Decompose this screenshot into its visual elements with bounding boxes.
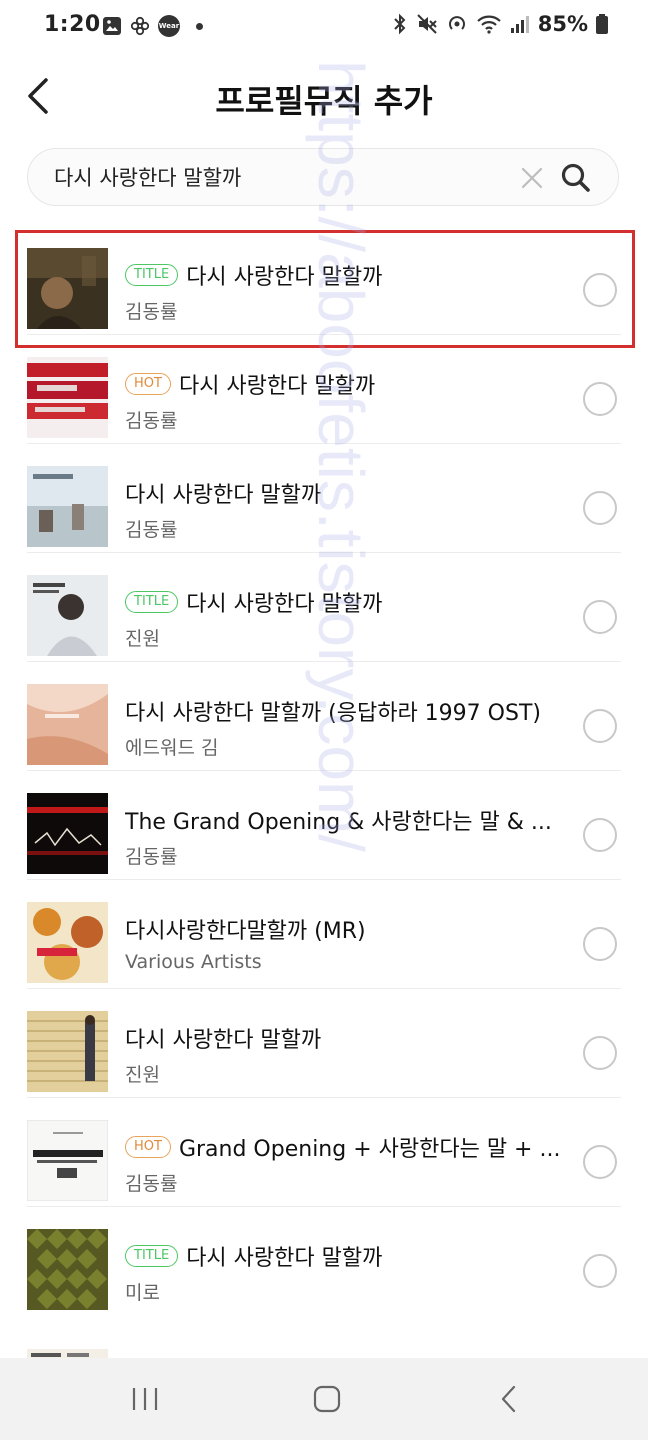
- song-row[interactable]: TITLE 다시 사랑한다 말할까 진원: [27, 553, 621, 662]
- song-row[interactable]: 다시 사랑한다 말할까 (응답하라 1997 OST) 에드워드 김: [27, 662, 621, 771]
- song-row[interactable]: 다시 사랑한다 말할까 김동률: [27, 444, 621, 553]
- song-row[interactable]: TITLE 다시 사랑한다 말할까 미로: [27, 1207, 621, 1316]
- song-title-line: 다시 사랑한다 말할까: [125, 477, 565, 509]
- song-title-line: 다시 사랑한다 말할까 (응답하라 1997 OST): [125, 695, 565, 727]
- album-art-image: [27, 248, 108, 329]
- song-row[interactable]: 다시사랑한다말할까 (MR) Various Artists: [27, 880, 621, 989]
- song-artist: 진원: [125, 1064, 160, 1086]
- header: 프로필뮤직 추가: [0, 60, 648, 140]
- battery-icon: [596, 14, 608, 34]
- song-artist: 진원: [125, 628, 160, 650]
- album-art-image: [27, 793, 108, 874]
- album-art-image: [27, 575, 108, 656]
- song-row[interactable]: 다시 사랑한다 말할까 진원: [27, 989, 621, 1098]
- recent-apps-icon: [132, 1388, 158, 1410]
- back-icon: [501, 1385, 516, 1413]
- page-title: 프로필뮤직 추가: [215, 82, 433, 120]
- select-radio[interactable]: [583, 491, 617, 525]
- song-artist: Various Artists: [125, 951, 262, 973]
- select-radio[interactable]: [583, 1254, 617, 1288]
- search-bar: [27, 148, 619, 206]
- song-title: 다시사랑한다말할까 (MR): [125, 919, 366, 944]
- song-title: 다시 사랑한다 말할까: [186, 265, 383, 290]
- notification-dot-icon: [196, 22, 203, 30]
- song-title-line: TITLE 다시 사랑한다 말할까: [125, 586, 565, 618]
- song-title-line: HOT 다시 사랑한다 말할까: [125, 368, 565, 400]
- home-icon: [313, 1385, 341, 1413]
- song-title: 다시 사랑한다 말할까: [125, 1028, 322, 1053]
- song-title: 다시 사랑한다 말할까: [178, 374, 376, 399]
- song-row[interactable]: The Grand Opening & 사랑한다는 말 & ... 김동률: [27, 771, 621, 880]
- search-button[interactable]: [560, 162, 592, 194]
- status-system-icons: 85%: [392, 12, 608, 36]
- flower-app-icon: [130, 16, 150, 36]
- select-radio[interactable]: [583, 1036, 617, 1070]
- album-art-image: [27, 1229, 108, 1310]
- search-input[interactable]: [54, 149, 524, 205]
- song-title-line: 다시사랑한다말할까 (MR): [125, 913, 565, 945]
- song-row[interactable]: TITLE 다시 사랑한다 말할까 김동률: [27, 226, 621, 335]
- song-title: 다시 사랑한다 말할까: [125, 483, 322, 508]
- hot-badge: HOT: [125, 1136, 171, 1158]
- select-radio[interactable]: [583, 382, 617, 416]
- song-artist: 미로: [125, 1282, 160, 1304]
- select-radio[interactable]: [583, 273, 617, 307]
- status-time: 1:20: [44, 12, 101, 37]
- navigation-bar: [0, 1358, 648, 1440]
- song-artist: 김동률: [125, 410, 178, 432]
- song-row[interactable]: HOT 다시 사랑한다 말할까 김동률: [27, 335, 621, 444]
- song-row[interactable]: HOT Grand Opening + 사랑한다는 말 + ... 김동률: [27, 1098, 621, 1207]
- title-badge: TITLE: [125, 264, 179, 286]
- album-art-image: [27, 357, 108, 438]
- recent-apps-button[interactable]: [128, 1384, 162, 1414]
- album-art-image: [27, 1011, 108, 1092]
- title-badge: TITLE: [125, 1245, 179, 1267]
- song-artist: 김동률: [125, 1173, 178, 1195]
- battery-percent: 85%: [537, 12, 588, 36]
- search-icon: [561, 163, 590, 192]
- wear-icon: Wear: [158, 15, 180, 37]
- album-art-image: [27, 902, 108, 983]
- select-radio[interactable]: [583, 818, 617, 852]
- song-artist: 김동률: [125, 519, 178, 541]
- album-art-image: [27, 684, 108, 765]
- bluetooth-icon: [394, 13, 406, 35]
- song-title-line: TITLE 다시 사랑한다 말할까: [125, 259, 565, 291]
- song-title: Grand Opening + 사랑한다는 말 + ...: [178, 1137, 561, 1162]
- select-radio[interactable]: [583, 709, 617, 743]
- title-badge: TITLE: [125, 591, 179, 613]
- home-button[interactable]: [312, 1384, 342, 1414]
- song-title: 다시 사랑한다 말할까: [186, 592, 383, 617]
- hotspot-icon: [448, 16, 465, 30]
- song-artist: 에드워드 김: [125, 737, 219, 759]
- status-notification-icons: Wear: [102, 15, 203, 37]
- wifi-icon: [476, 15, 501, 34]
- gallery-icon: [103, 17, 121, 35]
- song-title-line: HOT Grand Opening + 사랑한다는 말 + ...: [125, 1131, 565, 1163]
- song-artist: 김동률: [125, 846, 178, 868]
- song-title-line: 다시 사랑한다 말할까: [125, 1022, 565, 1054]
- hot-badge: HOT: [125, 373, 171, 395]
- song-artist: 김동률: [125, 301, 178, 323]
- album-art-image: [27, 1120, 108, 1201]
- song-title-line: TITLE 다시 사랑한다 말할까: [125, 1240, 565, 1272]
- song-title: 다시 사랑한다 말할까 (응답하라 1997 OST): [125, 701, 541, 726]
- song-title: 다시 사랑한다 말할까: [186, 1246, 383, 1271]
- status-bar: 1:20 Wear 85%: [0, 0, 648, 56]
- song-title: The Grand Opening & 사랑한다는 말 & ...: [125, 810, 552, 835]
- select-radio[interactable]: [583, 1145, 617, 1179]
- select-radio[interactable]: [583, 927, 617, 961]
- nav-back-button[interactable]: [496, 1384, 522, 1414]
- album-art-image: [27, 466, 108, 547]
- signal-icon: [510, 16, 529, 33]
- select-radio[interactable]: [583, 600, 617, 634]
- close-icon: [521, 167, 543, 189]
- song-title-line: The Grand Opening & 사랑한다는 말 & ...: [125, 804, 565, 836]
- mute-icon: [417, 14, 437, 34]
- clear-search-button[interactable]: [518, 164, 546, 192]
